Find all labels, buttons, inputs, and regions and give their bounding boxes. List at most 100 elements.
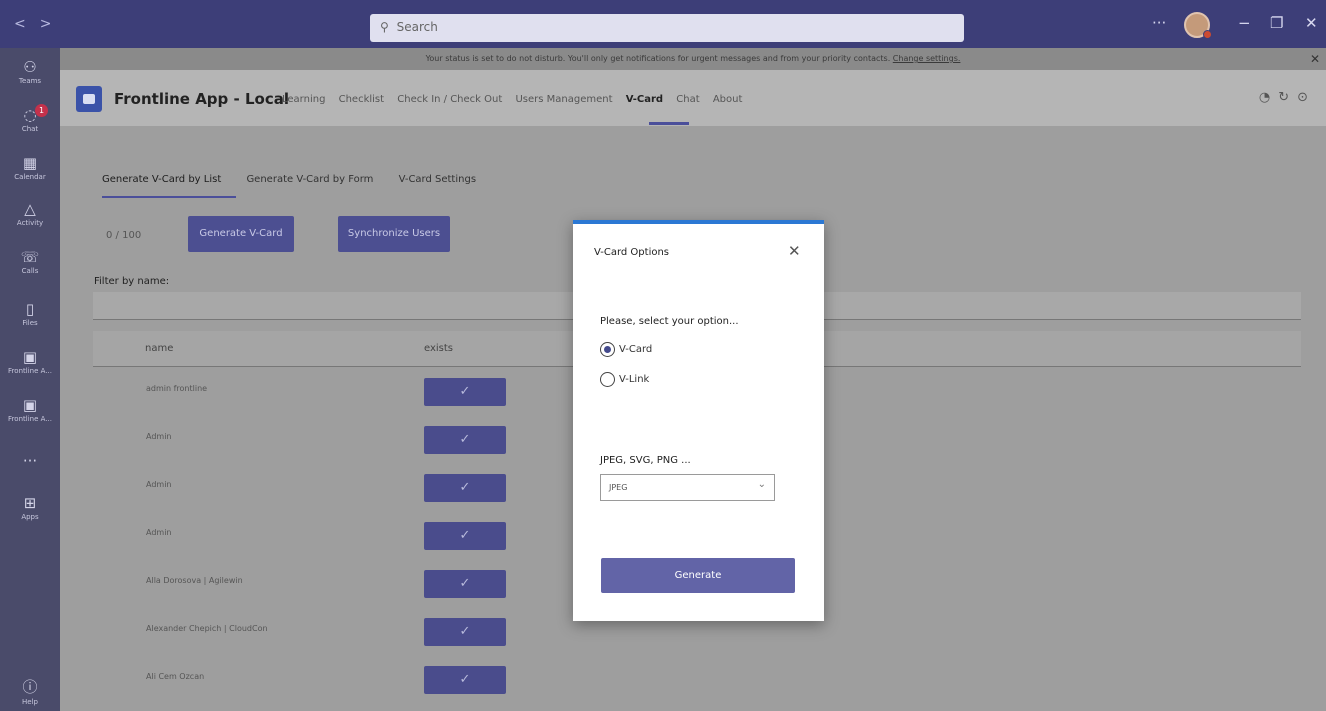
app-header: Frontline App - Local Learning Checklist… (60, 70, 1326, 126)
search-placeholder: Search (396, 20, 438, 34)
close-icon[interactable]: ✕ (1310, 48, 1320, 70)
subtab-generate-by-form[interactable]: Generate V-Card by Form (246, 174, 373, 185)
notification-text: Your status is set to do not disturb. Yo… (425, 54, 891, 63)
radio-option-v-card[interactable]: V-Card (600, 342, 652, 357)
rail-item-help[interactable]: ⓘ Help (0, 676, 60, 706)
table-row-name: Ali Cem Ozcan (146, 672, 205, 681)
app-title: Frontline App - Local (114, 90, 289, 108)
rail-label: Frontline A... (8, 415, 52, 423)
rail-item-frontline-1[interactable]: ▣ Frontline A... (0, 348, 60, 375)
dialog-title: V-Card Options (594, 247, 670, 258)
rail-label: Files (22, 319, 38, 327)
active-tab-indicator (649, 122, 689, 125)
tab-users-management[interactable]: Users Management (515, 94, 612, 105)
column-header-name[interactable]: name (145, 343, 173, 354)
rail-label: Calendar (14, 173, 46, 181)
rail-item-teams[interactable]: ⚇ Teams (0, 58, 60, 85)
radio-label: V-Link (619, 374, 650, 385)
synchronize-users-button[interactable]: Synchronize Users (338, 216, 450, 252)
tab-checklist[interactable]: Checklist (339, 94, 384, 105)
radio-unchecked-icon[interactable] (600, 372, 615, 387)
table-row-name: Alexander Chepich | CloudCon (146, 624, 268, 633)
column-header-exists[interactable]: exists (424, 343, 453, 354)
radio-label: V-Card (619, 344, 653, 355)
back-arrow-icon[interactable]: < (14, 16, 40, 32)
format-select[interactable]: JPEG ⌄ (600, 474, 775, 501)
table-row-name: Alla Dorosova | Agilewin (146, 576, 243, 585)
generate-button[interactable]: Generate (601, 558, 795, 593)
format-label: JPEG, SVG, PNG ... (600, 455, 691, 466)
rail-item-calendar[interactable]: ▦ Calendar (0, 154, 60, 181)
maximize-button[interactable]: ❐ (1270, 14, 1283, 32)
title-bar: <> ⚲ Search ··· − ❐ ✕ (0, 0, 1326, 48)
calendar-icon: ▦ (22, 154, 38, 172)
table-row-name: Admin (146, 528, 172, 537)
rail-item-files[interactable]: ▯ Files (0, 300, 60, 327)
close-icon[interactable]: ✕ (788, 242, 801, 260)
radio-option-v-link[interactable]: V-Link (600, 372, 649, 387)
left-rail: ⚇ Teams ◌ 1 Chat ▦ Calendar △ Activity ☏… (0, 48, 60, 711)
teams-icon: ⚇ (23, 58, 37, 76)
rail-item-activity[interactable]: △ Activity (0, 200, 60, 227)
rail-label: Activity (16, 219, 44, 227)
chat-badge: 1 (35, 104, 48, 117)
generate-v-card-button[interactable]: Generate V-Card (188, 216, 294, 252)
close-window-button[interactable]: ✕ (1305, 14, 1318, 32)
active-subtab-indicator (102, 196, 236, 198)
tab-chat[interactable]: Chat (676, 94, 699, 105)
tab-about[interactable]: About (713, 94, 743, 105)
dialog-accent-bar (573, 220, 824, 224)
help-icon: ⓘ (22, 678, 38, 696)
subtab-v-card-settings[interactable]: V-Card Settings (399, 174, 476, 185)
check-icon[interactable]: ✓ (424, 570, 506, 598)
rail-item-calls[interactable]: ☏ Calls (0, 248, 60, 275)
check-icon[interactable]: ✓ (424, 522, 506, 550)
filter-label: Filter by name: (94, 276, 170, 287)
nav-arrows: <> (14, 16, 65, 32)
app-tabs: Learning Checklist Check In / Check Out … (282, 94, 752, 105)
rail-item-more[interactable]: ··· (0, 452, 60, 470)
check-icon[interactable]: ✓ (424, 378, 506, 406)
rail-label: Chat (21, 125, 39, 133)
rail-label: Calls (21, 267, 39, 275)
radio-checked-icon[interactable] (600, 342, 615, 357)
rail-label: Frontline A... (8, 367, 52, 375)
format-select-value: JPEG (609, 483, 628, 492)
rail-item-frontline-2[interactable]: ▣ Frontline A... (0, 396, 60, 423)
subtabs: Generate V-Card by List Generate V-Card … (102, 174, 498, 185)
rail-label: Help (22, 698, 38, 706)
tab-v-card[interactable]: V-Card (626, 94, 663, 105)
bell-icon: △ (24, 200, 36, 218)
subtab-generate-by-list[interactable]: Generate V-Card by List (102, 174, 221, 185)
check-icon[interactable]: ✓ (424, 426, 506, 454)
rail-item-chat[interactable]: ◌ 1 Chat (0, 104, 60, 133)
app-icon: ▣ (22, 348, 38, 366)
dialog-prompt: Please, select your option... (600, 316, 739, 327)
status-badge (1203, 30, 1212, 39)
info-icon[interactable]: ⊙ (1297, 90, 1316, 105)
forward-arrow-icon[interactable]: > (40, 16, 66, 32)
apps-grid-icon: ⊞ (23, 494, 37, 512)
check-icon[interactable]: ✓ (424, 666, 506, 694)
table-row-name: Admin (146, 480, 172, 489)
check-icon[interactable]: ✓ (424, 618, 506, 646)
change-settings-link[interactable]: Change settings. (893, 54, 961, 63)
popout-icon[interactable]: ◔ (1259, 90, 1278, 105)
app-logo (76, 86, 102, 112)
tab-learning[interactable]: Learning (282, 94, 325, 105)
app-icon: ▣ (22, 396, 38, 414)
v-card-options-dialog: V-Card Options ✕ Please, select your opt… (573, 220, 824, 621)
search-icon: ⚲ (380, 20, 389, 34)
header-icons: ◔↻⊙ (1259, 90, 1316, 105)
more-options-icon[interactable]: ··· (1152, 14, 1166, 32)
minimize-button[interactable]: − (1238, 14, 1251, 32)
notification-bar: Your status is set to do not disturb. Yo… (60, 48, 1326, 70)
rail-label: Teams (18, 77, 42, 85)
selection-counter: 0 / 100 (106, 230, 142, 241)
search-input[interactable]: ⚲ Search (370, 14, 964, 42)
rail-item-apps[interactable]: ⊞ Apps (0, 494, 60, 521)
refresh-icon[interactable]: ↻ (1278, 90, 1297, 105)
tab-check-in-out[interactable]: Check In / Check Out (397, 94, 502, 105)
rail-label: Apps (21, 513, 39, 521)
check-icon[interactable]: ✓ (424, 474, 506, 502)
